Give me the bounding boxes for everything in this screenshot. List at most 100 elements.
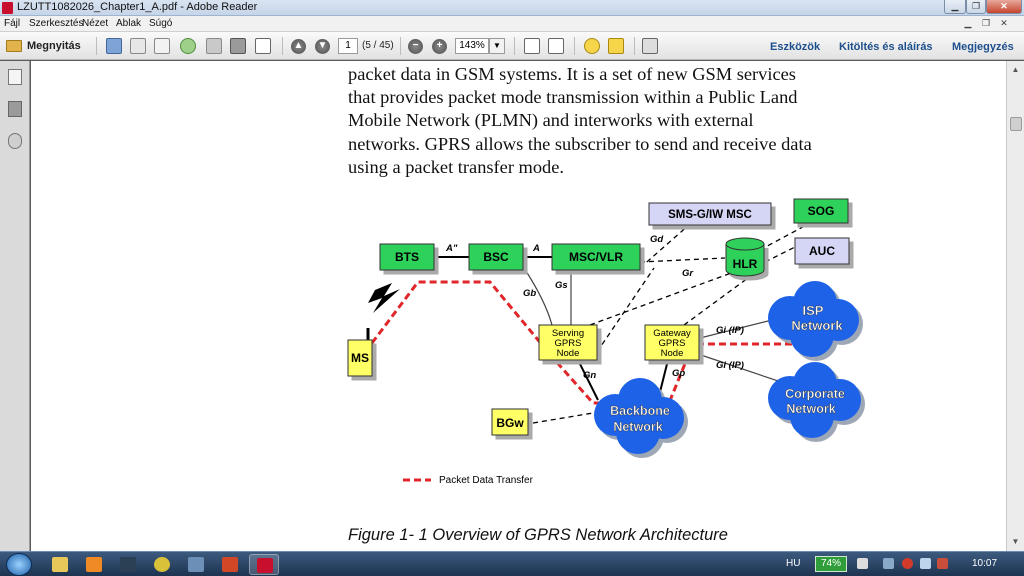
menu-window[interactable]: Ablak — [116, 18, 141, 29]
doc-restore-button[interactable]: ❐ — [978, 17, 994, 30]
taskbar-adobe-reader[interactable] — [249, 554, 279, 575]
close-button[interactable]: ✕ — [986, 0, 1022, 14]
save-icon[interactable] — [206, 38, 222, 54]
zoom-level-input[interactable]: 143% — [455, 38, 489, 54]
minimize-button[interactable]: ▁ — [944, 0, 966, 14]
navigation-panel — [0, 61, 30, 551]
interface-label-gb: Gb — [523, 288, 536, 299]
toolbar-separator — [282, 37, 283, 55]
document-page: packet data in GSM systems. It is a set … — [31, 61, 1006, 551]
svg-text:Backbone: Backbone — [610, 404, 670, 418]
taskbar-vlc[interactable] — [181, 554, 211, 575]
scroll-down-icon[interactable]: ▼ — [1009, 535, 1022, 548]
taskbar-media-player[interactable] — [79, 554, 109, 575]
attachments-icon[interactable] — [8, 133, 22, 149]
node-ggsn: Gateway GPRS Node — [644, 324, 700, 361]
doc-minimize-button[interactable]: ▁ — [960, 17, 976, 30]
svg-text:Node: Node — [557, 348, 580, 359]
create-pdf-icon[interactable] — [106, 38, 122, 54]
fullscreen-icon[interactable] — [642, 38, 658, 54]
vertical-scrollbar[interactable]: ▲ ▼ — [1006, 61, 1024, 551]
menu-edit[interactable]: Szerkesztés — [29, 18, 83, 29]
taskbar-app[interactable] — [113, 554, 143, 575]
bird-icon — [120, 557, 136, 572]
svg-text:Network: Network — [786, 402, 835, 416]
svg-text:MS: MS — [351, 351, 369, 365]
next-page-icon[interactable]: ▼ — [315, 39, 330, 54]
toolbar-separator — [96, 37, 97, 55]
chevron-up-icon[interactable] — [883, 558, 894, 569]
page-number-input[interactable]: 1 — [338, 38, 358, 54]
taskbar-explorer[interactable] — [45, 554, 75, 575]
cloud-upload-icon[interactable] — [180, 38, 196, 54]
taskbar-powerpoint[interactable] — [215, 554, 245, 575]
tools-pane-button[interactable]: Eszközök — [770, 41, 820, 53]
adobe-reader-icon — [257, 558, 273, 573]
highlight-icon[interactable] — [608, 38, 624, 54]
menu-file[interactable]: Fájl — [4, 18, 20, 29]
print-icon[interactable] — [230, 38, 246, 54]
zoom-out-icon[interactable]: − — [408, 39, 423, 54]
maximize-button[interactable]: ❐ — [966, 0, 986, 14]
taskbar-chrome[interactable] — [147, 554, 177, 575]
interface-label-gd: Gd — [650, 234, 663, 245]
email-icon[interactable] — [255, 38, 271, 54]
svg-text:SMS-G/IW MSC: SMS-G/IW MSC — [668, 209, 752, 221]
window-title: LZUTT1082026_Chapter1_A.pdf - Adobe Read… — [17, 1, 258, 13]
chrome-icon — [154, 557, 170, 572]
interface-label-gn: Gn — [583, 370, 596, 381]
interface-label-gs: Gs — [555, 280, 568, 291]
security-icon[interactable] — [902, 558, 913, 569]
menu-help[interactable]: Súgó — [149, 18, 172, 29]
previous-page-icon[interactable]: ▲ — [291, 39, 306, 54]
svg-text:MSC/VLR: MSC/VLR — [569, 250, 623, 264]
node-msc-vlr: MSC/VLR — [551, 243, 641, 271]
fit-page-icon[interactable] — [524, 38, 540, 54]
zoom-in-icon[interactable]: + — [432, 39, 447, 54]
svg-text:Node: Node — [661, 348, 684, 359]
zoom-dropdown-arrow[interactable]: ▼ — [489, 38, 505, 54]
start-button[interactable] — [6, 553, 32, 576]
title-bar: LZUTT1082026_Chapter1_A.pdf - Adobe Read… — [0, 0, 1024, 16]
volume-muted-icon[interactable] — [937, 558, 948, 569]
interface-label-a: A — [532, 243, 540, 254]
interface-label-abis: A" — [445, 243, 458, 254]
open-label: Megnyitás — [27, 40, 81, 52]
svg-text:BTS: BTS — [395, 250, 419, 264]
doc-close-button[interactable]: ✕ — [996, 17, 1012, 30]
interface-label-gr: Gr — [682, 268, 694, 279]
main-toolbar: Megnyitás ▲ ▼ 1 (5 / 45) − + 143% ▼ Eszk… — [0, 32, 1024, 60]
menu-view[interactable]: Nézet — [82, 18, 108, 29]
language-indicator[interactable]: HU — [786, 558, 800, 569]
node-sog: SOG — [793, 198, 849, 224]
fill-sign-pane-button[interactable]: Kitöltés és aláírás — [839, 41, 933, 53]
edit-pdf-icon[interactable] — [154, 38, 170, 54]
node-hlr: HLR — [725, 237, 765, 277]
svg-text:Packet Data Transfer: Packet Data Transfer — [439, 475, 534, 486]
svg-text:HLR: HLR — [733, 257, 758, 271]
folder-icon — [52, 557, 68, 572]
power-plug-icon[interactable] — [857, 558, 868, 569]
fit-width-icon[interactable] — [548, 38, 564, 54]
media-player-icon — [86, 557, 102, 572]
export-pdf-icon[interactable] — [130, 38, 146, 54]
windows-taskbar: HU 74% 10:07 — [0, 551, 1024, 576]
scroll-up-icon[interactable]: ▲ — [1009, 63, 1022, 76]
page-thumbnails-icon[interactable] — [8, 69, 22, 85]
scrollbar-thumb[interactable] — [1010, 117, 1022, 131]
node-bsc: BSC — [468, 243, 524, 271]
folder-icon — [6, 40, 22, 52]
svg-text:SOG: SOG — [808, 204, 835, 218]
bookmarks-icon[interactable] — [8, 101, 22, 117]
comment-icon[interactable] — [584, 38, 600, 54]
comment-pane-button[interactable]: Megjegyzés — [952, 41, 1014, 53]
toolbar-separator — [574, 37, 575, 55]
clock[interactable]: 10:07 — [972, 558, 997, 569]
battery-indicator[interactable]: 74% — [815, 556, 847, 572]
svg-text:Corporate: Corporate — [785, 387, 845, 401]
network-icon[interactable] — [920, 558, 931, 569]
node-auc: AUC — [794, 237, 850, 265]
open-button[interactable]: Megnyitás — [6, 37, 81, 55]
menu-bar: Fájl Szerkesztés Nézet Ablak Súgó ▁ ❐ ✕ — [0, 16, 1024, 32]
interface-label-gp: Gp — [672, 368, 685, 379]
